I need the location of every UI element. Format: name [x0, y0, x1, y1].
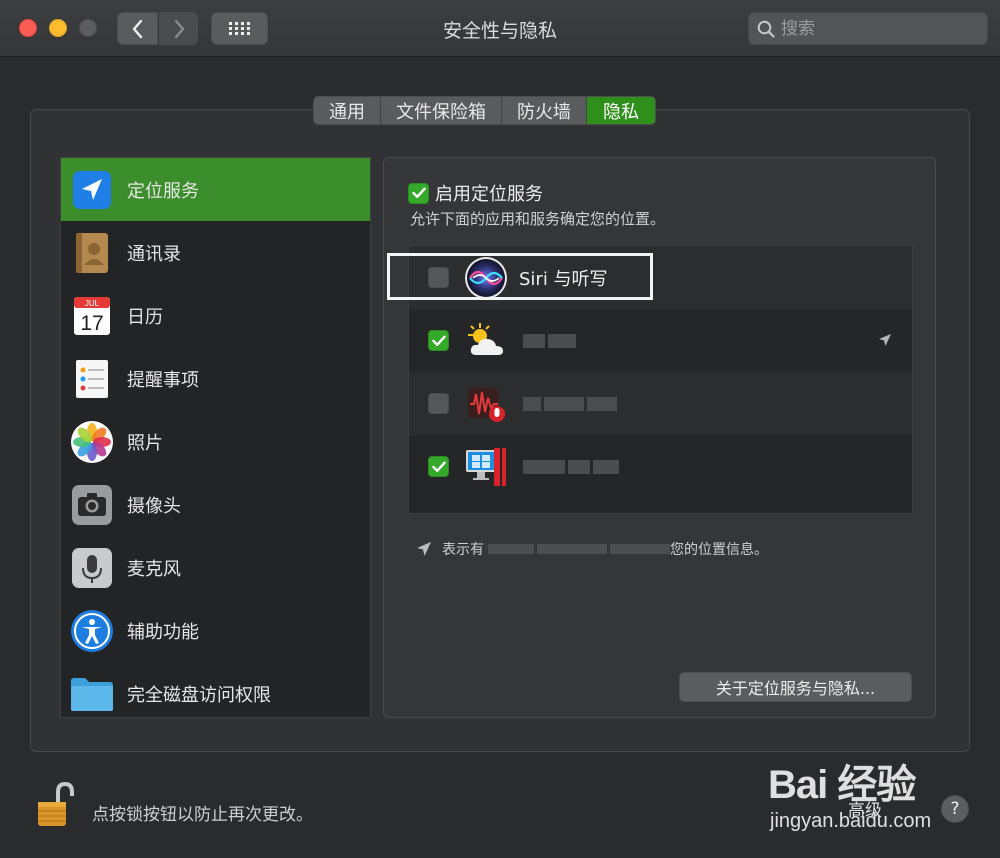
help-button[interactable]: ? [941, 795, 969, 823]
sidebar-item-accessibility[interactable]: 辅助功能 [61, 599, 370, 662]
sidebar-item-label: 麦克风 [127, 558, 181, 580]
search-icon [757, 20, 775, 38]
note-text-start: 表示有 [442, 542, 484, 558]
tab-filevault[interactable]: 文件保险箱 [381, 97, 502, 124]
calendar-icon: JUL 17 [69, 293, 115, 339]
microphone-icon [69, 545, 115, 591]
app-checkbox[interactable] [428, 267, 449, 288]
sidebar-item-photos[interactable]: 照片 [61, 410, 370, 473]
watermark-main-text: Bai 经验 [768, 763, 916, 807]
app-checkbox[interactable] [428, 330, 449, 351]
app-row-desktop-app[interactable] [409, 435, 912, 498]
app-checkbox[interactable] [428, 393, 449, 414]
camera-icon [69, 482, 115, 528]
tab-general[interactable]: 通用 [314, 97, 381, 124]
sidebar-item-contacts[interactable]: 通讯录 [61, 221, 370, 284]
enable-location-checkbox[interactable] [408, 182, 429, 204]
show-all-button[interactable] [211, 12, 268, 45]
calendar-month-text: JUL [85, 299, 100, 308]
zoom-window-button[interactable] [79, 19, 97, 37]
photos-icon [69, 419, 115, 465]
back-button[interactable] [117, 12, 158, 45]
note-text-pixelated [488, 538, 670, 560]
tab-bar: 通用 文件保险箱 防火墙 隐私 [313, 96, 656, 125]
close-window-button[interactable] [19, 19, 37, 37]
search-input[interactable] [781, 18, 971, 39]
location-services-pane: 启用定位服务 允许下面的应用和服务确定您的位置。 Siri 与听写 表示有 您的… [383, 157, 936, 718]
sidebar-item-label: 辅助功能 [127, 621, 199, 643]
calendar-day-text: 17 [80, 312, 103, 335]
minimize-window-button[interactable] [49, 19, 67, 37]
search-field[interactable] [748, 12, 988, 45]
weather-icon [463, 318, 509, 364]
sidebar-item-microphone[interactable]: 麦克风 [61, 536, 370, 599]
location-icon [69, 167, 115, 213]
app-row-voice-app[interactable] [409, 372, 912, 435]
sidebar-item-camera[interactable]: 摄像头 [61, 473, 370, 536]
tab-privacy[interactable]: 隐私 [587, 97, 655, 124]
app-name: Siri 与听写 [519, 268, 608, 290]
checkmark-icon [431, 335, 446, 346]
location-arrow-icon [417, 542, 431, 556]
folder-icon [69, 671, 115, 717]
chevron-right-icon [174, 19, 184, 38]
checkmark-icon [411, 187, 426, 198]
unlocked-padlock-icon [38, 781, 74, 826]
recent-location-arrow-icon [879, 334, 891, 346]
sidebar-item-label: 照片 [127, 432, 163, 454]
title-bar: 安全性与隐私 [0, 0, 1000, 57]
sidebar-item-label: 完全磁盘访问权限 [127, 684, 271, 706]
voice-app-icon [463, 381, 509, 427]
privacy-sidebar: 定位服务 通讯录 JUL 17 日历 提醒事项 照片 摄像头 麦克风 辅助功能 … [60, 157, 371, 718]
sidebar-item-calendar[interactable]: JUL 17 日历 [61, 284, 370, 347]
reminders-icon [69, 356, 115, 402]
location-app-list[interactable]: Siri 与听写 [408, 245, 913, 514]
app-row-siri[interactable]: Siri 与听写 [409, 246, 912, 309]
enable-location-label: 启用定位服务 [435, 184, 543, 205]
sidebar-item-reminders[interactable]: 提醒事项 [61, 347, 370, 410]
app-name-pixelated [523, 330, 576, 352]
app-row-weather[interactable] [409, 309, 912, 372]
sidebar-item-label: 通讯录 [127, 243, 181, 265]
location-description: 允许下面的应用和服务确定您的位置。 [410, 210, 666, 228]
sidebar-item-label: 摄像头 [127, 495, 181, 517]
contacts-icon [69, 230, 115, 276]
app-checkbox[interactable] [428, 456, 449, 477]
sidebar-item-location-services[interactable]: 定位服务 [61, 158, 370, 221]
forward-button[interactable] [159, 12, 198, 45]
advanced-button[interactable]: 高级 [848, 796, 882, 821]
lock-button[interactable] [34, 780, 74, 830]
sidebar-item-label: 日历 [127, 306, 163, 328]
about-location-privacy-button[interactable]: 关于定位服务与隐私... [679, 672, 912, 702]
app-name-pixelated [523, 456, 619, 478]
siri-icon [463, 255, 509, 301]
checkmark-icon [431, 461, 446, 472]
location-usage-note: 表示有 您的位置信息。 [416, 538, 768, 560]
sidebar-item-label: 定位服务 [127, 180, 199, 202]
note-text-end: 您的位置信息。 [670, 542, 768, 558]
lock-hint-text: 点按锁按钮以防止再次更改。 [92, 805, 313, 825]
enable-location-services-row[interactable]: 启用定位服务 [408, 180, 543, 206]
tab-firewall[interactable]: 防火墙 [502, 97, 587, 124]
sidebar-item-full-disk-access[interactable]: 完全磁盘访问权限 [61, 662, 370, 717]
desktop-app-icon [463, 444, 509, 490]
app-name-pixelated [523, 393, 617, 415]
grid-icon [228, 21, 250, 35]
accessibility-icon [69, 608, 115, 654]
sidebar-item-label: 提醒事项 [127, 369, 199, 391]
chevron-left-icon [132, 19, 142, 38]
